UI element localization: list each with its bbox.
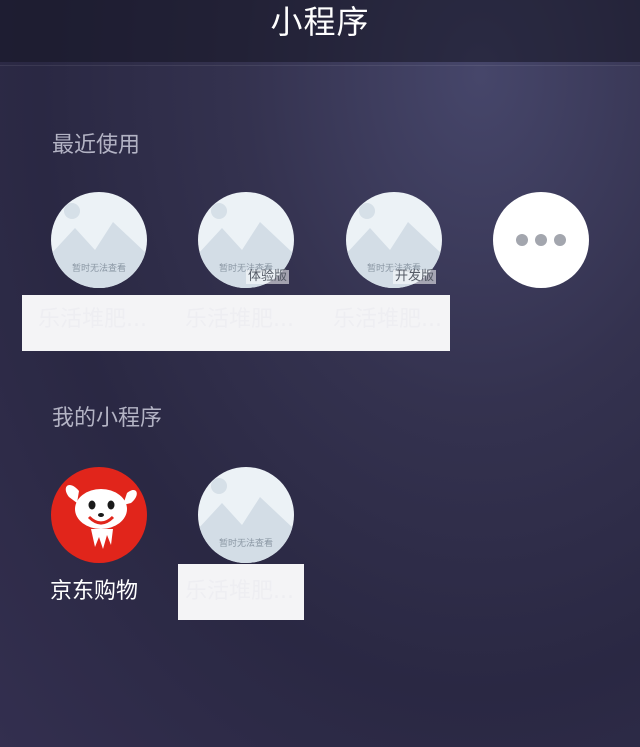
recent-app-tile[interactable]: 暂时无法查看 开发版 — [346, 192, 442, 288]
header-divider — [0, 65, 640, 66]
more-button[interactable] — [493, 192, 589, 288]
mountain-image-icon: 暂时无法查看 — [198, 467, 294, 563]
recent-app-tile[interactable]: 暂时无法查看 — [51, 192, 147, 288]
my-app-tile[interactable]: 暂时无法查看 — [198, 467, 294, 563]
recent-app-label[interactable]: 乐活堆肥... — [333, 306, 449, 334]
recent-app-label[interactable]: 乐活堆肥... — [185, 306, 311, 334]
dev-version-badge: 开发版 — [393, 269, 437, 284]
jd-dog-logo-icon — [65, 484, 137, 549]
jd-app-tile[interactable] — [51, 467, 147, 563]
recent-app-tile[interactable]: 暂时无法查看 体验版 — [198, 192, 294, 288]
recent-app-label[interactable]: 乐活堆肥... — [38, 306, 164, 334]
trial-version-badge: 体验版 — [246, 269, 290, 284]
section-title-recent: 最近使用 — [52, 133, 141, 158]
page-title: 小程序 — [270, 3, 370, 41]
section-title-mine: 我的小程序 — [52, 406, 163, 431]
jd-app-label[interactable]: 京东购物 — [50, 578, 138, 606]
placeholder-text: 暂时无法查看 — [71, 264, 126, 274]
placeholder-text: 暂时无法查看 — [218, 539, 273, 549]
my-app-label[interactable]: 乐活堆肥... — [185, 578, 301, 606]
mountain-image-icon: 暂时无法查看 — [51, 192, 147, 288]
